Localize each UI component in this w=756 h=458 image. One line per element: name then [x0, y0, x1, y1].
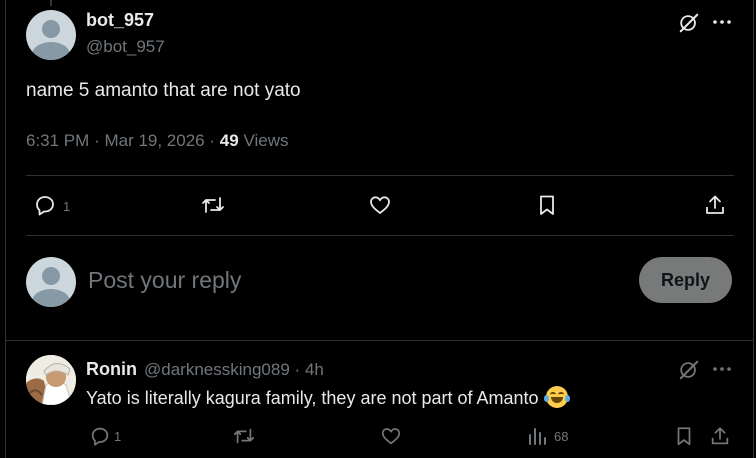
laughing-emoji-icon [543, 386, 570, 408]
meta-separator: · [294, 360, 301, 379]
repost-icon[interactable] [199, 192, 227, 218]
bookmark-icon[interactable] [534, 192, 560, 218]
author-handle[interactable]: @bot_957 [86, 37, 165, 57]
grok-icon[interactable] [676, 357, 702, 383]
more-icon[interactable] [710, 357, 734, 381]
thread-line [50, 0, 52, 6]
reply-icon[interactable] [32, 192, 58, 218]
views-label: Views [243, 131, 289, 150]
post-meta: 6:31 PM · Mar 19, 2026 · 49 Views [26, 131, 288, 151]
reply-count: 1 [63, 199, 71, 214]
author-avatar[interactable] [26, 10, 76, 60]
reply-text-body: Yato is literally kagura family, they ar… [86, 388, 539, 408]
like-icon[interactable] [379, 424, 403, 448]
reply-icon[interactable] [88, 424, 112, 448]
views-count: 49 [219, 131, 239, 150]
views-icon[interactable] [526, 425, 548, 447]
reply-author-name[interactable]: Ronin [86, 359, 137, 380]
divider [26, 235, 734, 236]
share-icon[interactable] [702, 192, 728, 218]
divider [26, 175, 734, 176]
ronin-avatar[interactable] [26, 355, 76, 405]
views-count: 68 [554, 429, 569, 444]
reply-age[interactable]: 4h [305, 360, 324, 379]
author-name[interactable]: bot_957 [86, 10, 154, 31]
reply-author-handle[interactable]: @darknessking089 [144, 360, 290, 379]
reply-author-meta: @darknessking089 · 4h [144, 360, 324, 380]
reply-count: 1 [114, 429, 122, 444]
post-date[interactable]: Mar 19, 2026 [104, 131, 204, 150]
more-icon[interactable] [710, 10, 734, 34]
post-text: name 5 amanto that are not yato [26, 80, 301, 101]
bookmark-icon[interactable] [672, 424, 696, 448]
divider [6, 340, 754, 341]
reply-input[interactable]: Post your reply [88, 267, 241, 294]
grok-icon[interactable] [676, 10, 702, 36]
share-icon[interactable] [708, 424, 732, 448]
like-icon[interactable] [367, 192, 393, 218]
reply-text: Yato is literally kagura family, they ar… [86, 386, 570, 409]
post-time[interactable]: 6:31 PM [26, 131, 89, 150]
repost-icon[interactable] [231, 424, 257, 448]
meta-separator: · [209, 131, 216, 150]
meta-separator: · [94, 131, 100, 150]
reply-button[interactable]: Reply [639, 257, 732, 303]
user-avatar[interactable] [26, 257, 76, 307]
